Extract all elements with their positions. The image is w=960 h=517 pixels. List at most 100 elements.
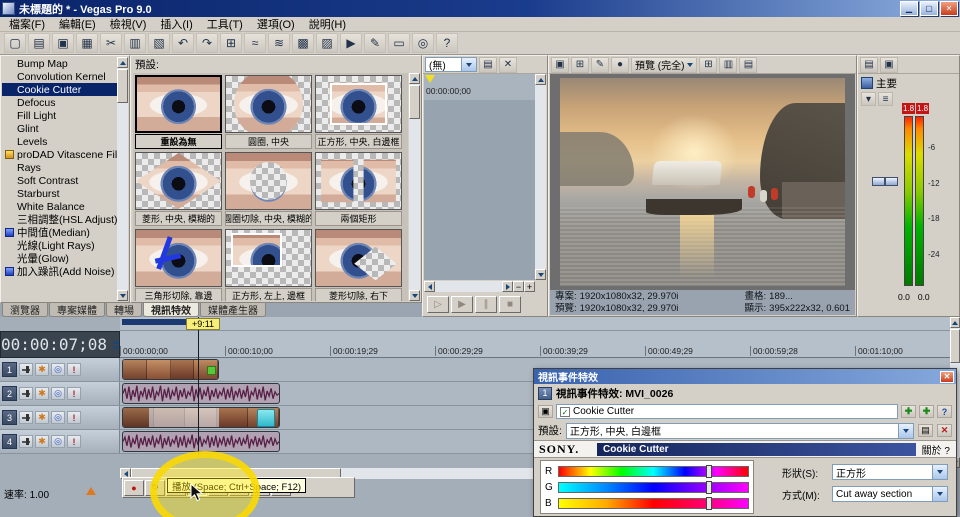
marker-bar[interactable] [120, 317, 950, 331]
preset-thumbnail[interactable]: 正方形, 左上, 邊框 [225, 229, 312, 301]
trimmer-scrollbar[interactable]: − + [424, 281, 535, 292]
meter-menu-icon[interactable]: ▤ [860, 57, 878, 73]
zoom-in-icon[interactable]: + [524, 281, 535, 292]
fx-list-item[interactable]: Bump Map [2, 57, 117, 70]
scrollbar-thumb[interactable] [950, 329, 960, 363]
scroll-left-button[interactable] [424, 281, 435, 292]
properties-icon[interactable]: ▦ [76, 33, 98, 53]
preset-thumbnail[interactable]: 正方形, 中央, 白邊框 [315, 75, 402, 149]
event-fx-chip[interactable] [207, 366, 216, 375]
dock-tab[interactable]: 專案媒體 [49, 303, 105, 317]
audio-event[interactable] [122, 383, 280, 404]
timecode-spinner[interactable] [113, 340, 119, 350]
new-project-icon[interactable]: ▢ [4, 33, 26, 53]
dock-tab[interactable]: 瀏覽器 [2, 303, 48, 317]
track-solo-icon[interactable]: ! [67, 435, 81, 448]
open-icon[interactable]: ▤ [28, 33, 50, 53]
external-monitor-icon[interactable]: ⊞ [571, 57, 589, 73]
preset-thumbnail[interactable]: 圓圈切除, 中央, 模糊的 [225, 152, 312, 226]
preset-thumbnail[interactable]: 重設為無 [135, 75, 222, 149]
track-mute-icon[interactable]: ◎ [51, 387, 65, 400]
color-picker[interactable]: R G B [540, 460, 754, 514]
fx-list-item[interactable]: 加入躁訊(Add Noise) [2, 265, 117, 278]
track-fader-icon[interactable] [19, 387, 33, 400]
minimize-button[interactable]: ▁ [900, 1, 918, 16]
remove-trimmer-media-icon[interactable]: ✕ [499, 57, 517, 73]
trimmer-media-selector[interactable]: (無) [425, 57, 477, 72]
undo-icon[interactable]: ↶ [172, 33, 194, 53]
envelope-edit-tool-icon[interactable]: ✎ [364, 33, 386, 53]
trimmer-cursor-marker[interactable] [425, 75, 435, 83]
fx-list-item[interactable]: Starburst [2, 187, 117, 200]
loop-playback-button[interactable]: ↻ [145, 480, 165, 496]
fx-list-item[interactable]: proDAD Vitascene Filter [2, 148, 117, 161]
redo-icon[interactable]: ↷ [196, 33, 218, 53]
trimmer-stop-button[interactable]: ■ [499, 296, 521, 313]
meter-display-icon[interactable]: ≡ [878, 92, 893, 106]
cut-icon[interactable]: ✂ [100, 33, 122, 53]
trimmer-ruler[interactable]: 00:00:00;00 [424, 74, 535, 101]
fx-list-item[interactable]: Cookie Cutter [2, 83, 117, 96]
dialog-titlebar[interactable]: 視訊事件特效 ✕ [534, 369, 956, 384]
scroll-down-button[interactable] [409, 290, 420, 301]
dock-tab[interactable]: 視訊特效 [143, 303, 199, 317]
fx-list-item[interactable]: Levels [2, 135, 117, 148]
track-fx-icon[interactable]: ✱ [35, 387, 49, 400]
copy-snapshot-icon[interactable]: ▥ [719, 57, 737, 73]
selection-edit-tool-icon[interactable]: ▭ [388, 33, 410, 53]
overlay-menu-icon[interactable]: ● [611, 57, 629, 73]
preset-thumbnail[interactable]: 菱形, 中央, 模糊的 [135, 152, 222, 226]
track-solo-icon[interactable]: ! [67, 411, 81, 424]
trimmer-play-all-button[interactable]: ▷ [427, 296, 449, 313]
dock-tab[interactable]: 轉場 [106, 303, 142, 317]
track-fx-icon[interactable]: ✱ [35, 435, 49, 448]
fx-list-item[interactable]: Defocus [2, 96, 117, 109]
track-fx-icon[interactable]: ✱ [35, 411, 49, 424]
audio-event[interactable] [122, 431, 280, 452]
fx-list-item[interactable]: Convolution Kernel [2, 70, 117, 83]
about-link[interactable]: 關於 ? [922, 442, 956, 457]
track-header-4[interactable]: 4 ✱ ◎ ! [0, 430, 120, 453]
preview-quality-selector[interactable]: 預覽 (完全) [631, 57, 697, 73]
save-fx-chain-icon[interactable]: ✚ [919, 405, 934, 418]
menu-item[interactable]: 說明(H) [302, 15, 353, 33]
green-channel-slider[interactable] [558, 482, 749, 493]
plugin-help-icon[interactable]: ? [937, 405, 952, 418]
fx-list-scrollbar[interactable] [117, 57, 128, 301]
shape-combobox[interactable]: 正方形 [832, 464, 948, 480]
record-button[interactable]: ● [124, 480, 144, 496]
trimmer-play-button[interactable]: ▶ [451, 296, 473, 313]
timecode-display[interactable]: 00:00:07;08 [0, 331, 120, 358]
track-mute-icon[interactable]: ◎ [51, 411, 65, 424]
menu-item[interactable]: 編輯(E) [52, 15, 103, 33]
dock-tab[interactable]: 媒體產生器 [200, 303, 266, 317]
master-fader-left[interactable] [872, 177, 885, 186]
save-trimmer-media-icon[interactable]: ▤ [479, 57, 497, 73]
scroll-up-button[interactable] [117, 57, 128, 68]
time-ruler[interactable]: 00:00:00;0000:00:10;0000:00:19;2900:00:2… [120, 331, 950, 358]
menu-item[interactable]: 檢視(V) [103, 15, 154, 33]
menu-item[interactable]: 選項(O) [250, 15, 302, 33]
normal-edit-tool-icon[interactable]: ▶ [340, 33, 362, 53]
video-preferences-icon[interactable]: ✎ [591, 57, 609, 73]
video-event[interactable] [122, 359, 219, 380]
fx-list-item[interactable]: Fill Light [2, 109, 117, 122]
fx-list-item[interactable]: Rays [2, 161, 117, 174]
scroll-right-button[interactable] [502, 281, 513, 292]
save-icon[interactable]: ▣ [52, 33, 74, 53]
pan-crop-icon[interactable]: ▣ [538, 405, 553, 418]
red-channel-slider[interactable] [558, 466, 749, 477]
scroll-up-button[interactable] [950, 317, 960, 328]
preset-thumbnail[interactable]: 兩個矩形 [315, 152, 402, 226]
close-button[interactable]: ✕ [940, 1, 958, 16]
track-fader-icon[interactable] [19, 411, 33, 424]
scrollbar-thumb[interactable] [117, 69, 128, 103]
menu-item[interactable]: 工具(T) [200, 15, 250, 33]
close-dialog-button[interactable]: ✕ [940, 371, 954, 383]
track-fader-icon[interactable] [19, 435, 33, 448]
whats-this-help-icon[interactable]: ? [436, 33, 458, 53]
menu-item[interactable]: 插入(I) [153, 15, 199, 33]
generated-media-event[interactable] [257, 409, 275, 427]
paste-icon[interactable]: ▧ [148, 33, 170, 53]
track-header-3[interactable]: 3 ✱ ◎ ! [0, 406, 120, 429]
